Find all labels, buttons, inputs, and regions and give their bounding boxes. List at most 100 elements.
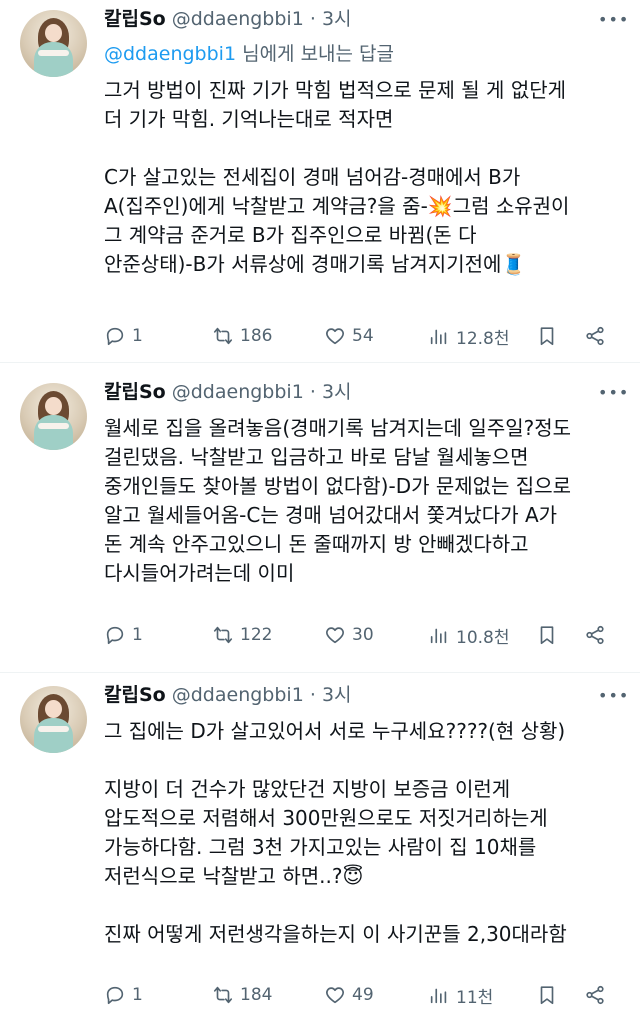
tweet-text-line: 압도적으로 저렴해서 300만원으로도 저짓거리하는게 [104,806,548,830]
bookmark-button[interactable] [536,320,558,352]
tweet[interactable]: 칼립So @ddaengbbi1 · 3시 ••• @ddaengbbi1 님에… [0,0,640,363]
views-count: 10.8천 [456,627,510,648]
tweet-text-line: 알고 월세들어옴-C는 경매 넘어갔대서 쫓겨났다가 A가 [104,503,558,527]
avatar[interactable] [20,10,87,77]
display-name[interactable]: 칼립So [104,8,166,30]
like-icon [326,987,344,1004]
bookmark-icon [540,986,554,1005]
retweet-button[interactable]: 122 [212,619,272,651]
more-icon[interactable]: ••• [598,10,628,30]
more-icon[interactable]: ••• [598,383,628,403]
action-bar: 1 186 54 12.8천 [104,320,616,352]
tweet-text-line: 저런식으로 낙찰받고 하면..?😇 [104,864,364,888]
tweet-text-line: 다시들어가려는데 이미 [104,561,295,585]
user-handle[interactable]: @ddaengbbi1 [172,381,304,403]
tweet[interactable]: 칼립So @ddaengbbi1 · 3시 ••• 그 집에는 D가 살고있어서… [0,673,640,1031]
share-icon [586,985,604,1005]
timestamp[interactable]: 3시 [322,8,352,30]
reply-icon [106,626,124,645]
like-count: 30 [352,625,374,645]
bookmark-button[interactable] [536,979,558,1011]
separator-dot: · [309,684,316,706]
tweet-text-line: 더 기가 막힘. 기억나는대로 적자면 [104,107,394,131]
retweet-icon [213,986,233,1004]
share-icon [586,326,604,346]
like-button[interactable]: 54 [324,320,374,352]
like-icon [326,328,344,345]
avatar[interactable] [20,686,87,753]
retweet-icon [213,327,233,345]
retweet-count: 186 [240,326,273,346]
views-count: 11천 [456,987,494,1008]
reply-button[interactable]: 1 [104,619,143,651]
views-button[interactable]: 11천 [428,979,493,1011]
reply-count: 1 [132,985,143,1005]
views-icon [430,988,447,1004]
tweet-text-line: 그 계약금 준거로 B가 집주인으로 바뀜(돈 다 [104,223,477,247]
retweet-button[interactable]: 186 [212,320,272,352]
reply-count: 1 [132,326,143,346]
display-name[interactable]: 칼립So [104,684,166,706]
tweet-header: 칼립So @ddaengbbi1 · 3시 [104,6,352,32]
reply-to-suffix: 님에게 보내는 답글 [236,43,395,65]
views-icon [430,329,447,345]
separator-dot: · [309,381,316,403]
display-name[interactable]: 칼립So [104,381,166,403]
tweet-text-line: 걸린댔음. 낙찰받고 입금하고 바로 담날 월세놓으면 [104,445,529,469]
tweet-text-line: A(집주인)에게 낙찰받고 계약금?을 줌-💥그럼 소유권이 [104,194,570,218]
like-button[interactable]: 49 [324,979,374,1011]
retweet-count: 122 [240,625,273,645]
retweet-button[interactable]: 184 [212,979,272,1011]
timestamp[interactable]: 3시 [322,381,352,403]
separator-dot: · [309,8,316,30]
reply-button[interactable]: 1 [104,320,143,352]
views-count: 12.8천 [456,328,510,349]
tweet-header: 칼립So @ddaengbbi1 · 3시 [104,682,352,708]
tweet-text-line: 진짜 어떻게 저런생각을하는지 이 사기꾼들 2,30대라함 [104,922,567,946]
views-icon [430,628,447,644]
retweet-count: 184 [240,985,273,1005]
like-icon [326,627,344,644]
tweet-text-line: 안준상태)-B가 서류상에 경매기록 남겨지기전에🧵 [104,252,527,276]
tweet-text: 그 집에는 D가 살고있어서 서로 누구세요????(현 상황) 지방이 더 건… [104,717,624,949]
bookmark-icon [540,626,554,645]
tweet[interactable]: 칼립So @ddaengbbi1 · 3시 ••• 월세로 집을 올려놓음(경매… [0,363,640,673]
user-handle[interactable]: @ddaengbbi1 [172,684,304,706]
share-button[interactable] [584,619,606,651]
tweet-text-line: C가 살고있는 전세집이 경매 넘어감-경매에서 B가 [104,165,521,189]
like-button[interactable]: 30 [324,619,374,651]
avatar[interactable] [20,383,87,450]
reply-context: @ddaengbbi1 님에게 보내는 답글 [104,40,394,68]
timestamp[interactable]: 3시 [322,684,352,706]
views-button[interactable]: 10.8천 [428,619,510,651]
bookmark-button[interactable] [536,619,558,651]
action-bar: 1 184 49 11천 [104,979,616,1011]
tweet-header: 칼립So @ddaengbbi1 · 3시 [104,379,352,405]
reply-icon [106,986,124,1005]
views-button[interactable]: 12.8천 [428,320,510,352]
tweet-text-line: 그거 방법이 진짜 기가 막힘 법적으로 문제 될 게 없단게 [104,78,567,102]
tweet-text-line: 지방이 더 건수가 많았단건 지방이 보증금 이런게 [104,777,511,801]
tweet-text: 그거 방법이 진짜 기가 막힘 법적으로 문제 될 게 없단게 더 기가 막힘.… [104,76,624,279]
share-button[interactable] [584,979,606,1011]
tweet-text: 월세로 집을 올려놓음(경매기록 남겨지는데 일주일?정도 걸린댔음. 낙찰받고… [104,414,624,588]
tweet-text-line: 중개인들도 찾아볼 방법이 없다함)-D가 문제없는 집으로 [104,474,572,498]
action-bar: 1 122 30 10.8천 [104,619,616,651]
bookmark-icon [540,327,554,346]
tweet-text-line: 돈 계속 안주고있으니 돈 줄때까지 방 안빼겠다하고 [104,532,529,556]
like-count: 54 [352,326,374,346]
reply-button[interactable]: 1 [104,979,143,1011]
tweet-text-line: 가능하다함. 그럼 3천 가지고있는 사람이 집 10채를 [104,835,537,859]
more-icon[interactable]: ••• [598,686,628,706]
reply-count: 1 [132,625,143,645]
tweet-text-line: 월세로 집을 올려놓음(경매기록 남겨지는데 일주일?정도 [104,416,572,440]
like-count: 49 [352,985,374,1005]
user-handle[interactable]: @ddaengbbi1 [172,8,304,30]
retweet-icon [213,626,233,644]
reply-to-handle-link[interactable]: @ddaengbbi1 [104,43,236,65]
share-button[interactable] [584,320,606,352]
share-icon [586,625,604,645]
